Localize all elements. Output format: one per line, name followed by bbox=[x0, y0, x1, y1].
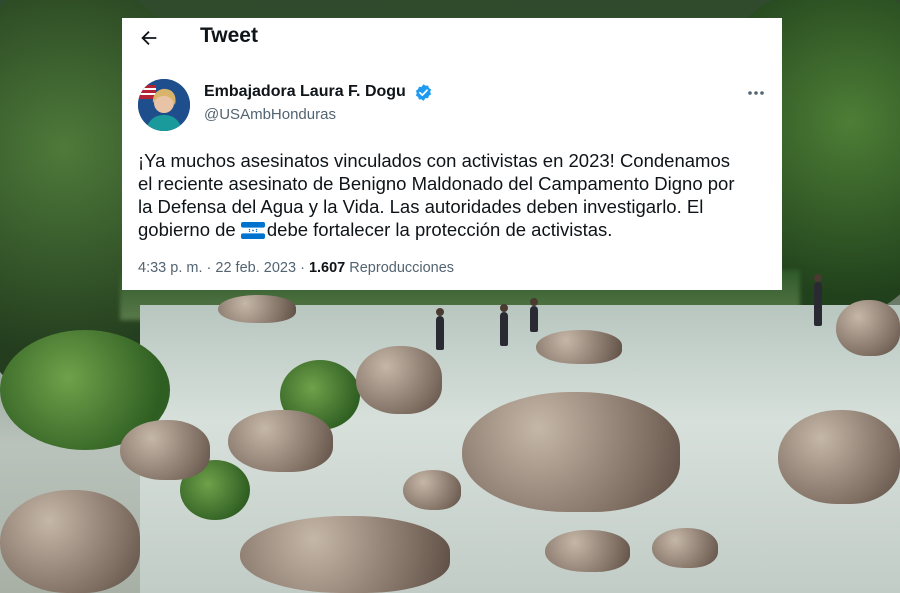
tweet-text-line-with-flag: gobierno de debe fortalecer la protecció… bbox=[138, 218, 770, 241]
tweet-text-fragment: debe fortalecer la protección de activis… bbox=[266, 219, 613, 240]
tweet-text-line: la Defensa del Agua y la Vida. Las autor… bbox=[138, 196, 704, 217]
rock bbox=[652, 528, 718, 568]
rock bbox=[403, 470, 461, 510]
avatar-portrait-icon bbox=[138, 79, 190, 131]
meta-separator: · bbox=[300, 260, 305, 276]
rock bbox=[228, 410, 333, 472]
rock bbox=[462, 392, 680, 512]
person bbox=[530, 298, 538, 332]
tweet-text-fragment: gobierno de bbox=[138, 219, 241, 240]
back-arrow-icon[interactable] bbox=[138, 27, 160, 49]
page-title: Tweet bbox=[200, 24, 258, 47]
more-options-icon[interactable] bbox=[746, 86, 766, 100]
tweet-meta: 4:33 p. m. · 22 feb. 2023 · 1.607 Reprod… bbox=[138, 260, 454, 276]
rock bbox=[218, 295, 296, 323]
views-count[interactable]: 1.607 bbox=[309, 260, 345, 276]
rock bbox=[778, 410, 900, 504]
tweet-card: Tweet Embajadora Laura F. Dogu @USAmbHon… bbox=[122, 18, 782, 290]
tweet-text-line: el reciente asesinato de Benigno Maldona… bbox=[138, 173, 735, 194]
author-display-name[interactable]: Embajadora Laura F. Dogu bbox=[204, 83, 406, 101]
tweet-date[interactable]: 22 feb. 2023 bbox=[215, 260, 296, 276]
tweet-header: Tweet bbox=[122, 18, 782, 60]
rock bbox=[356, 346, 442, 414]
person bbox=[500, 304, 508, 346]
tweet-text: ¡Ya muchos asesinatos vinculados con act… bbox=[138, 149, 770, 241]
avatar[interactable] bbox=[138, 79, 190, 131]
meta-separator: · bbox=[206, 260, 212, 276]
person bbox=[436, 308, 444, 350]
rock bbox=[545, 530, 630, 572]
rock bbox=[0, 490, 140, 593]
honduras-flag-icon bbox=[240, 222, 265, 239]
person bbox=[814, 274, 822, 326]
tweet-time[interactable]: 4:33 p. m. bbox=[138, 260, 202, 276]
views-label[interactable]: Reproducciones bbox=[349, 260, 454, 276]
tweet-text-line: ¡Ya muchos asesinatos vinculados con act… bbox=[138, 150, 730, 171]
rock bbox=[536, 330, 622, 364]
rock bbox=[836, 300, 900, 356]
verified-badge-icon bbox=[415, 84, 432, 101]
rock bbox=[240, 516, 450, 593]
rock bbox=[120, 420, 210, 480]
author-handle[interactable]: @USAmbHonduras bbox=[204, 106, 336, 123]
